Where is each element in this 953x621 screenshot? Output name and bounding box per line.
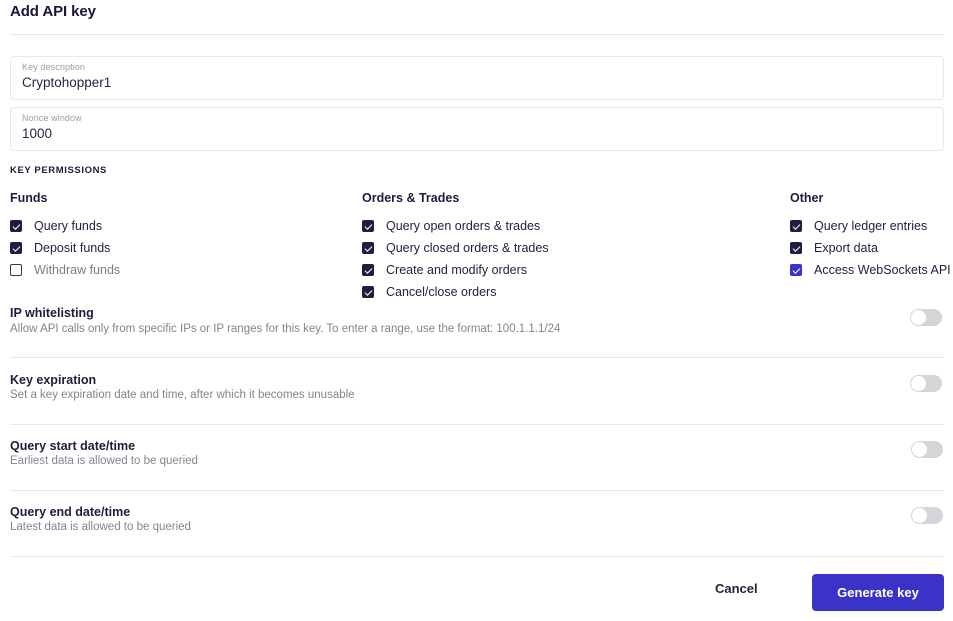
checkbox-checked-icon[interactable] bbox=[362, 286, 374, 298]
column-title-orders-trades: Orders & Trades bbox=[362, 191, 460, 205]
column-title-other: Other bbox=[790, 191, 824, 205]
cancel-button[interactable]: Cancel bbox=[715, 581, 758, 596]
header-divider bbox=[10, 34, 944, 35]
key-permissions-heading: KEY PERMISSIONS bbox=[10, 165, 107, 176]
checkbox-row-query-open-orders[interactable]: Query open orders & trades bbox=[362, 215, 782, 237]
page-title: Add API key bbox=[10, 3, 96, 20]
checkbox-label: Create and modify orders bbox=[386, 263, 528, 277]
checkbox-unchecked-icon[interactable] bbox=[10, 264, 22, 276]
checkbox-row-access-websockets-api[interactable]: Access WebSockets API bbox=[790, 259, 953, 281]
key-expiration-description: Set a key expiration date and time, afte… bbox=[10, 389, 355, 401]
query-start-datetime-description: Earliest data is allowed to be queried bbox=[10, 455, 198, 467]
ip-whitelisting-heading: IP whitelisting bbox=[10, 306, 94, 320]
query-end-datetime-description: Latest data is allowed to be queried bbox=[10, 521, 191, 533]
key-expiration-toggle[interactable] bbox=[910, 375, 942, 392]
key-description-label: Key description bbox=[22, 62, 86, 72]
section-divider bbox=[10, 490, 944, 491]
nonce-window-value[interactable]: 1000 bbox=[22, 126, 52, 141]
checkbox-row-query-closed-orders[interactable]: Query closed orders & trades bbox=[362, 237, 782, 259]
checkbox-row-query-ledger-entries[interactable]: Query ledger entries bbox=[790, 215, 953, 237]
nonce-window-label: Nonce window bbox=[22, 113, 82, 123]
checkbox-checked-icon[interactable] bbox=[790, 264, 802, 276]
ip-whitelisting-description: Allow API calls only from specific IPs o… bbox=[10, 323, 561, 335]
permission-column-other: Other Query ledger entries Export data A… bbox=[790, 191, 953, 281]
query-end-datetime-toggle[interactable] bbox=[911, 507, 943, 524]
section-divider bbox=[10, 424, 944, 425]
query-end-datetime-heading: Query end date/time bbox=[10, 505, 131, 519]
permission-column-orders-trades: Orders & Trades Query open orders & trad… bbox=[362, 191, 782, 303]
checkbox-row-deposit-funds[interactable]: Deposit funds bbox=[10, 237, 350, 259]
key-expiration-heading: Key expiration bbox=[10, 373, 97, 387]
checkbox-row-query-funds[interactable]: Query funds bbox=[10, 215, 350, 237]
column-title-funds: Funds bbox=[10, 191, 48, 205]
checkbox-label: Export data bbox=[814, 241, 878, 255]
add-api-key-page: Add API key Key description Cryptohopper… bbox=[0, 0, 953, 621]
checkbox-label: Query funds bbox=[34, 219, 103, 233]
checkbox-checked-icon[interactable] bbox=[10, 242, 22, 254]
checkbox-label: Query ledger entries bbox=[814, 219, 928, 233]
section-divider bbox=[10, 357, 944, 358]
key-description-field[interactable]: Key description Cryptohopper1 bbox=[10, 56, 944, 100]
nonce-window-field[interactable]: Nonce window 1000 bbox=[10, 107, 944, 151]
checkbox-label: Withdraw funds bbox=[34, 263, 121, 277]
permission-column-funds: Funds Query funds Deposit funds Withdraw… bbox=[10, 191, 350, 281]
checkbox-row-cancel-close-orders[interactable]: Cancel/close orders bbox=[362, 281, 782, 303]
checkbox-row-create-modify-orders[interactable]: Create and modify orders bbox=[362, 259, 782, 281]
checkbox-label: Query open orders & trades bbox=[386, 219, 541, 233]
checkbox-row-withdraw-funds[interactable]: Withdraw funds bbox=[10, 259, 350, 281]
checkbox-label: Access WebSockets API bbox=[814, 263, 951, 277]
query-start-datetime-toggle[interactable] bbox=[911, 441, 943, 458]
checkbox-checked-icon[interactable] bbox=[362, 242, 374, 254]
query-start-datetime-heading: Query start date/time bbox=[10, 439, 136, 453]
checkbox-checked-icon[interactable] bbox=[790, 220, 802, 232]
checkbox-label: Cancel/close orders bbox=[386, 285, 497, 299]
checkbox-row-export-data[interactable]: Export data bbox=[790, 237, 953, 259]
checkbox-label: Query closed orders & trades bbox=[386, 241, 549, 255]
checkbox-checked-icon[interactable] bbox=[790, 242, 802, 254]
footer-divider bbox=[10, 556, 944, 557]
checkbox-checked-icon[interactable] bbox=[10, 220, 22, 232]
checkbox-checked-icon[interactable] bbox=[362, 264, 374, 276]
key-description-value[interactable]: Cryptohopper1 bbox=[22, 75, 111, 90]
checkbox-checked-icon[interactable] bbox=[362, 220, 374, 232]
checkbox-label: Deposit funds bbox=[34, 241, 111, 255]
ip-whitelisting-toggle[interactable] bbox=[910, 309, 942, 326]
generate-key-button[interactable]: Generate key bbox=[812, 574, 944, 611]
